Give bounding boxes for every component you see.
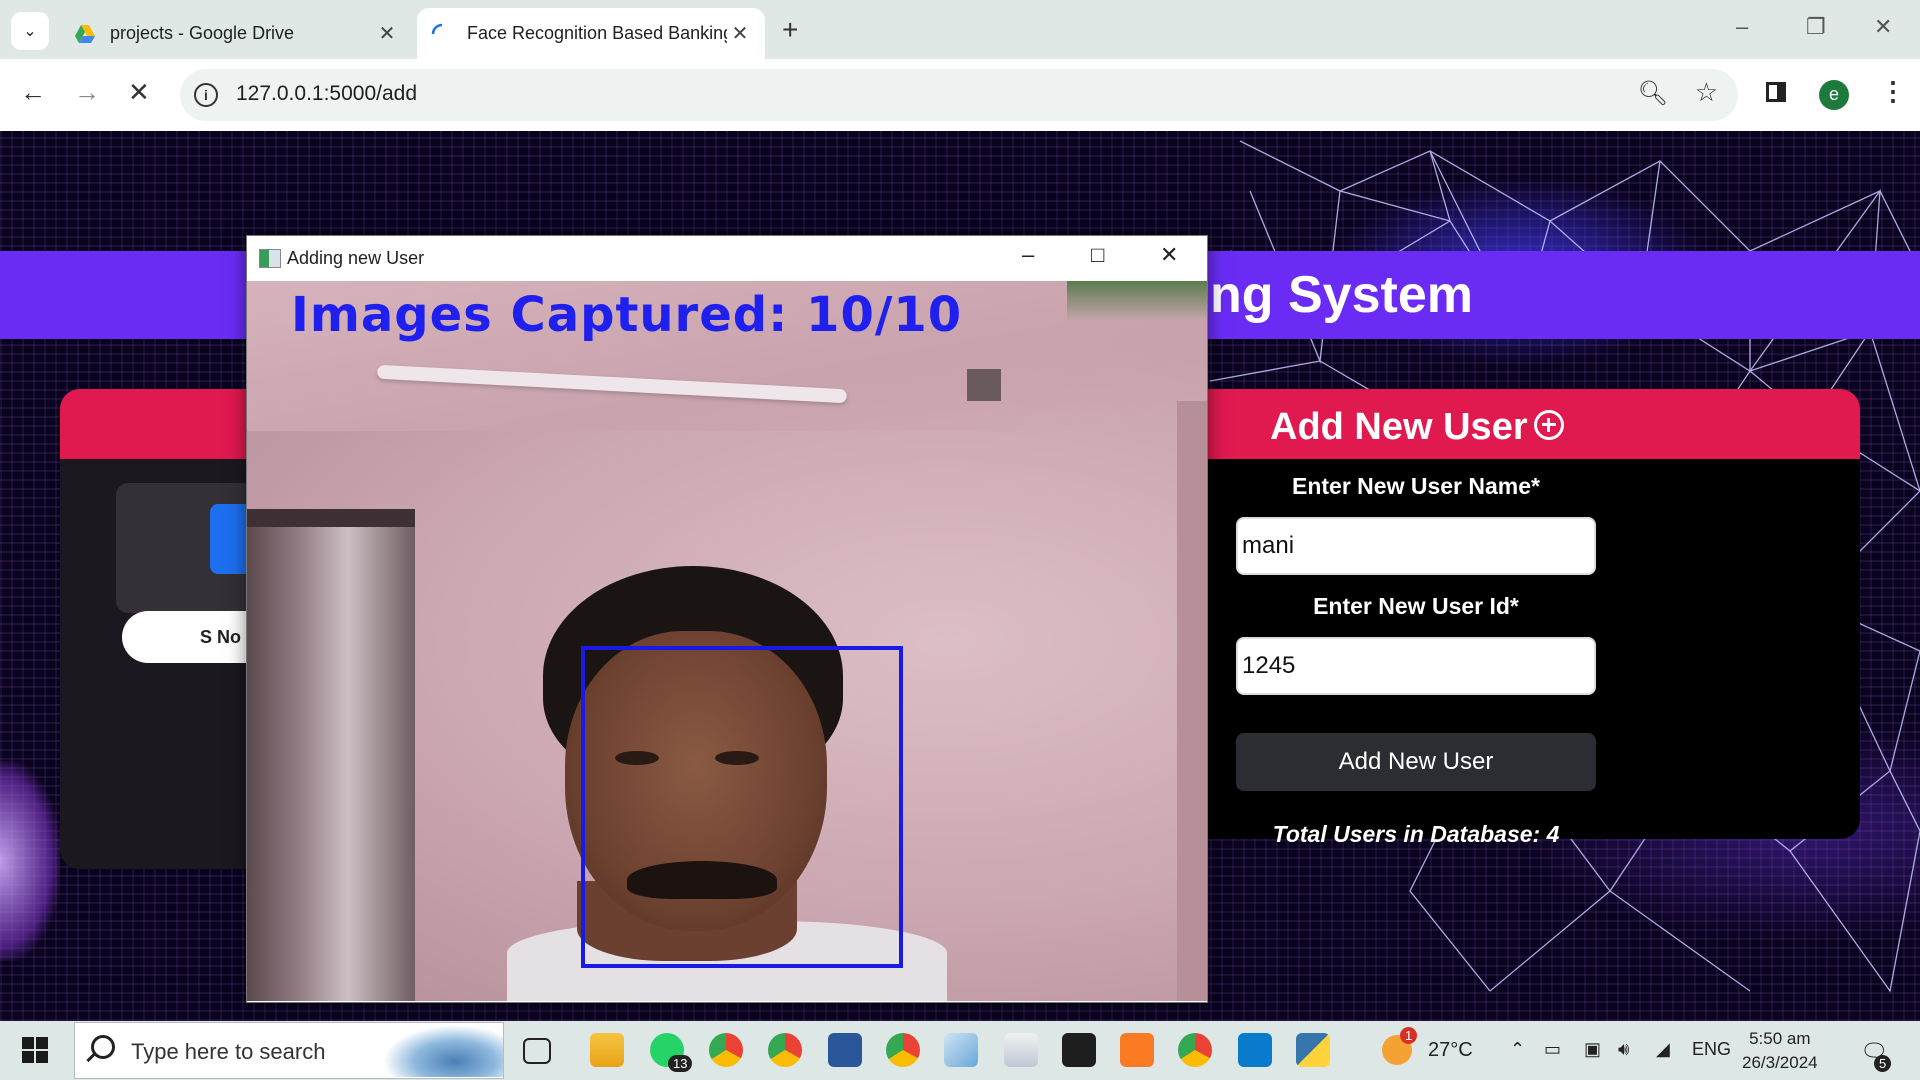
new-tab-button[interactable]: + [782,14,798,46]
notification-count-badge: 5 [1874,1055,1892,1072]
wall-edge [1177,401,1207,1001]
wall-vent [967,369,1001,401]
notes-app-icon[interactable] [944,1033,978,1067]
userid-label: Enter New User Id* [1313,593,1519,619]
tab-search-dropdown-button[interactable]: ⌄ [11,12,49,50]
door [247,509,415,1001]
back-button[interactable]: ← [20,77,46,108]
document-app-icon[interactable] [1004,1033,1038,1067]
total-users-text: Total Users in Database: 4 [1272,821,1560,847]
tab-title: Face Recognition Based Banking [467,23,727,43]
maximize-button[interactable]: □ [1091,242,1104,268]
add-new-user-button[interactable]: Add New User [1236,733,1596,791]
close-tab-icon[interactable]: ✕ [374,21,400,46]
loading-spinner-icon [431,23,443,34]
tab-title: projects - Google Drive [110,23,295,43]
browser-menu-icon[interactable]: ⋮ [1880,76,1906,107]
language-indicator[interactable]: ENG [1692,1039,1731,1060]
taskbar-search-box[interactable]: Type here to search [74,1022,504,1079]
file-explorer-icon[interactable] [590,1033,624,1067]
userid-input[interactable] [1236,637,1596,695]
google-drive-icon [75,24,95,43]
capture-window-titlebar[interactable]: Adding new User – □ ✕ [247,236,1207,281]
task-view-icon[interactable] [523,1038,551,1064]
add-circle-icon [1533,409,1564,440]
address-toolbar: ← → ✕ i 127.0.0.1:5000/add 🔍︎ ☆ e ⋮ [0,59,1920,132]
whatsapp-badge: 13 [668,1055,693,1072]
show-hidden-icons-icon[interactable]: ⌃ [1510,1039,1525,1060]
search-icon [91,1035,115,1059]
clock-date: 26/3/2024 [1742,1053,1818,1072]
chrome-profile-e-icon[interactable] [886,1033,920,1067]
ceiling-cornice [1067,281,1207,321]
chrome-profile-green-icon[interactable] [1178,1033,1212,1067]
images-captured-overlay: Images Captured: 10/10 [291,287,963,343]
minimize-button[interactable]: – [1022,242,1034,268]
close-tab-icon[interactable]: ✕ [727,21,753,46]
forward-button[interactable]: → [74,77,100,108]
tab-google-drive[interactable]: projects - Google Drive ✕ [60,8,412,59]
xampp-icon[interactable] [1120,1033,1154,1067]
zoom-icon[interactable]: 🔍︎ [1638,79,1668,108]
table-header-sno: S No [200,627,242,647]
search-highlight-art [383,1025,503,1077]
profile-avatar[interactable]: e [1819,80,1849,110]
search-placeholder: Type here to search [131,1039,326,1064]
face-detection-box [581,646,903,968]
username-label: Enter New User Name* [1292,473,1540,499]
battery-icon[interactable]: ▭ [1544,1039,1561,1060]
close-button[interactable]: ✕ [1160,242,1178,268]
chrome-profile-h-icon[interactable] [768,1033,802,1067]
capture-window: Adding new User – □ ✕ Images Captured: 1… [246,235,1208,1003]
add-user-title: Add New User [1270,406,1564,449]
tab-face-recognition[interactable]: Face Recognition Based Banking ✕ [417,8,765,59]
temperature-text[interactable]: 27°C [1428,1039,1473,1062]
word-icon[interactable] [828,1033,862,1067]
site-info-icon[interactable]: i [194,83,218,107]
restore-window-button[interactable]: ❐ [1806,14,1826,40]
stop-loading-button[interactable]: ✕ [128,77,150,108]
volume-icon[interactable]: 🔊︎ [1618,1039,1629,1060]
app-window-icon [259,249,281,268]
minimize-window-button[interactable]: – [1736,14,1748,40]
terminal-icon[interactable] [1062,1033,1096,1067]
chrome-icon[interactable] [709,1033,743,1067]
browser-tab-bar: ⌄ projects - Google Drive ✕ Face Recogni… [0,0,1920,59]
device-icon[interactable]: ▣ [1584,1039,1601,1060]
decorative-blob [0,761,60,961]
side-panel-icon[interactable] [1766,82,1786,102]
url-text[interactable]: 127.0.0.1:5000/add [236,82,417,106]
url-bar[interactable]: i 127.0.0.1:5000/add 🔍︎ ☆ [180,69,1738,121]
bookmark-star-icon[interactable]: ☆ [1695,77,1718,108]
close-window-button[interactable]: ✕ [1874,14,1892,40]
windows-start-button[interactable] [22,1037,48,1063]
username-input[interactable] [1236,517,1596,575]
wifi-icon[interactable]: ◢ [1656,1039,1670,1060]
vscode-icon[interactable] [1238,1033,1272,1067]
weather-badge: 1 [1400,1027,1418,1044]
windows-taskbar: Type here to search 13 1 27°C ⌃ ▭ ▣ 🔊︎ ◢… [0,1021,1920,1080]
clock-time: 5:50 am [1749,1029,1811,1048]
chevron-down-icon: ⌄ [23,23,37,40]
add-user-title-text: Add New User [1270,406,1528,448]
webcam-feed: Images Captured: 10/10 [247,281,1207,1001]
clock[interactable]: 5:50 am 26/3/2024 [1742,1027,1818,1075]
capture-window-title: Adding new User [287,248,425,268]
door-frame [247,509,415,527]
python-icon[interactable] [1296,1033,1330,1067]
banner-title: ng System [1210,266,1473,324]
